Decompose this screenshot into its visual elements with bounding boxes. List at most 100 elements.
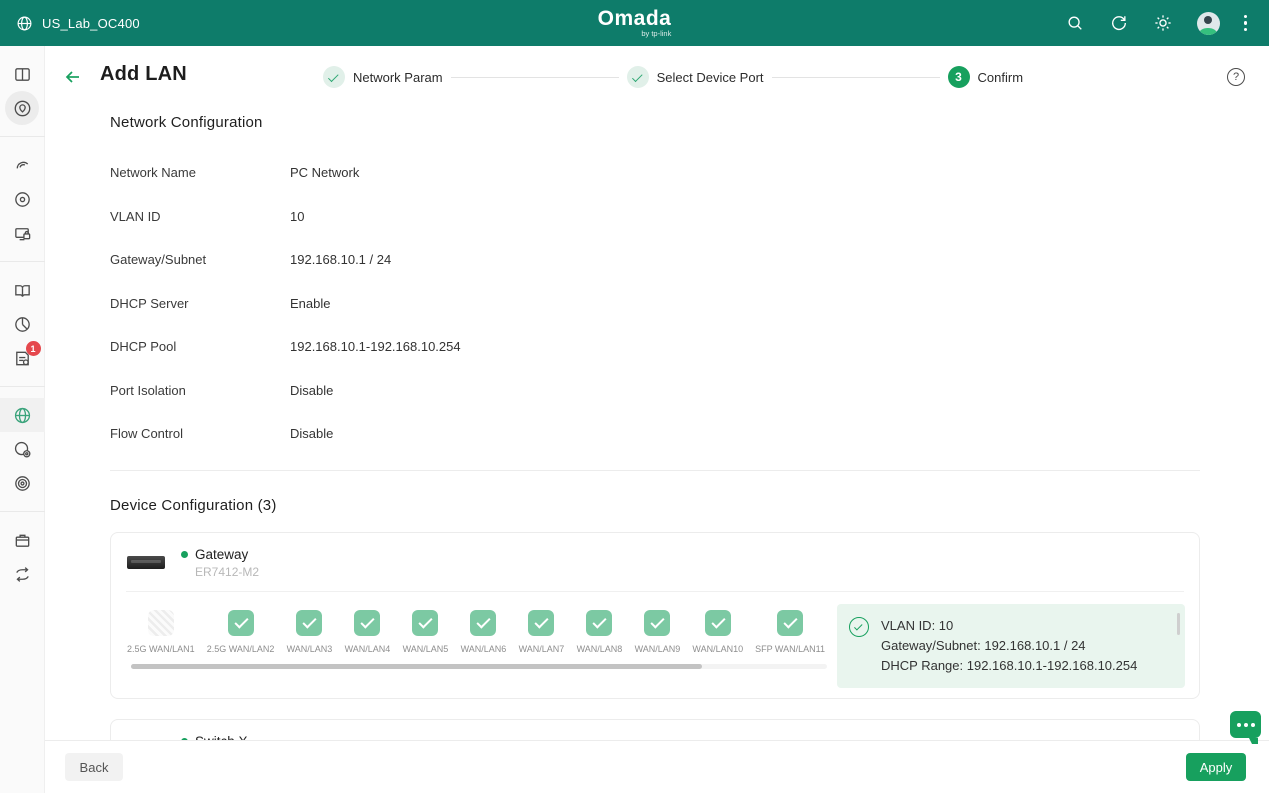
scrollbar-thumb[interactable] — [1177, 612, 1180, 635]
refresh-icon[interactable] — [1109, 13, 1129, 33]
config-label: Network Name — [110, 165, 196, 181]
scrollbar-thumb[interactable] — [131, 663, 702, 669]
sync-arrows-icon[interactable] — [0, 557, 45, 591]
port-checkbox[interactable] — [777, 609, 804, 636]
step-done-icon — [626, 66, 649, 88]
device-configuration-title: Device Configuration (3) — [110, 496, 277, 514]
config-row-vlan-id: VLAN ID 10 — [110, 195, 1269, 239]
port-checkbox[interactable] — [704, 609, 731, 636]
wizard-footer: Back Apply — [45, 740, 1269, 793]
confirm-page-content: Network Configuration Network Name PC Ne… — [45, 114, 1269, 793]
gateway-device-image — [127, 556, 165, 569]
device-card-gateway: Gateway ER7412-M2 2.5G WAN/LAN1 2.5G WAN… — [110, 531, 1200, 699]
section-divider — [110, 469, 1200, 471]
wizard-stepper: Network Param Select Device Port 3 Confi… — [323, 66, 1023, 88]
vlan-summary-box: VLAN ID: 10 Gateway/Subnet: 192.168.10.1… — [837, 603, 1185, 688]
open-book-icon[interactable] — [0, 273, 45, 307]
config-label: Port Isolation — [110, 382, 186, 398]
port-checkbox[interactable] — [296, 609, 323, 636]
port-checkbox[interactable] — [147, 609, 174, 636]
theme-sun-icon[interactable] — [1153, 13, 1173, 33]
config-value: 10 — [290, 208, 305, 224]
search-icon[interactable] — [1065, 13, 1085, 33]
sidebar-divider — [0, 136, 45, 137]
port-label: 2.5G WAN/LAN2 — [206, 643, 275, 654]
page-header: Add LAN Network Param Select Device Port… — [45, 46, 1269, 108]
port-checkbox[interactable] — [644, 609, 671, 636]
config-value: PC Network — [290, 165, 360, 181]
port-cell: WAN/LAN10 — [686, 604, 749, 654]
concentric-circles-icon[interactable] — [0, 466, 45, 500]
back-button[interactable]: Back — [65, 753, 123, 781]
port-label: WAN/LAN4 — [344, 643, 391, 654]
user-avatar[interactable] — [1196, 11, 1220, 35]
site-name: US_Lab_OC400 — [42, 15, 140, 31]
port-checkbox[interactable] — [227, 609, 254, 636]
summary-vlan-id: VLAN ID: 10 — [881, 617, 954, 633]
gear-circle-icon[interactable] — [0, 432, 45, 466]
chat-bubble-icon[interactable] — [1230, 711, 1261, 744]
config-label: DHCP Pool — [110, 339, 177, 355]
target-circle-icon[interactable] — [0, 182, 45, 216]
globe-icon[interactable] — [0, 398, 45, 432]
apply-button[interactable]: Apply — [1186, 753, 1246, 781]
status-dot-connected — [181, 550, 188, 558]
signal-gauge-icon[interactable] — [0, 148, 45, 182]
step-connector — [771, 76, 940, 78]
port-label: SFP WAN/LAN11 — [755, 643, 825, 654]
port-checkbox[interactable] — [528, 609, 555, 636]
back-arrow-icon[interactable] — [63, 67, 83, 87]
config-value: 192.168.10.1-192.168.10.254 — [290, 339, 461, 355]
horizontal-scrollbar — [131, 663, 827, 669]
port-label: WAN/LAN8 — [576, 643, 623, 654]
port-label: WAN/LAN3 — [286, 643, 333, 654]
logo-subtext: by tp-link — [641, 29, 672, 39]
pie-chart-icon[interactable] — [0, 307, 45, 341]
step-number-badge: 3 — [947, 66, 970, 88]
config-value: 192.168.10.1 / 24 — [290, 252, 392, 268]
location-pin-icon[interactable] — [0, 91, 45, 125]
help-icon[interactable]: ? — [1227, 68, 1245, 86]
logo-text: Omada — [597, 7, 672, 31]
config-row-dhcp-pool: DHCP Pool 192.168.10.1-192.168.10.254 — [110, 325, 1269, 369]
notification-badge: 1 — [25, 341, 41, 356]
globe-icon — [14, 13, 34, 33]
panel-layout-icon[interactable] — [0, 57, 45, 91]
port-cell: WAN/LAN6 — [454, 604, 512, 654]
document-alert-icon[interactable]: 1 — [0, 341, 45, 375]
port-cell: 2.5G WAN/LAN2 — [201, 604, 281, 654]
config-label: Gateway/Subnet — [110, 252, 207, 268]
step-label-confirm: Confirm — [977, 69, 1024, 85]
step-connector — [450, 76, 619, 78]
config-value: Disable — [290, 382, 334, 398]
step-label-network-param: Network Param — [353, 69, 443, 85]
port-label: WAN/LAN9 — [634, 643, 681, 654]
port-checkbox[interactable] — [354, 609, 381, 636]
config-row-gateway-subnet: Gateway/Subnet 192.168.10.1 / 24 — [110, 238, 1269, 282]
site-selector[interactable]: US_Lab_OC400 — [0, 13, 300, 33]
port-label: WAN/LAN6 — [460, 643, 507, 654]
port-list: 2.5G WAN/LAN1 2.5G WAN/LAN2 WAN/LAN3 WAN… — [121, 604, 837, 654]
device-model: ER7412-M2 — [195, 564, 260, 579]
config-row-dhcp-server: DHCP Server Enable — [110, 282, 1269, 326]
port-checkbox[interactable] — [586, 609, 613, 636]
kebab-menu-icon[interactable] — [1243, 14, 1247, 32]
sidebar-divider — [0, 261, 45, 262]
device-header: Gateway ER7412-M2 — [111, 533, 1199, 591]
config-row-port-isolation: Port Isolation Disable — [110, 369, 1269, 413]
port-checkbox[interactable] — [470, 609, 497, 636]
sidebar-divider — [0, 386, 45, 387]
omada-logo: Omada by tp-link — [598, 8, 672, 38]
topbar-actions — [1065, 11, 1269, 35]
port-cell: SFP WAN/LAN11 — [749, 604, 831, 654]
port-cell: WAN/LAN5 — [396, 604, 454, 654]
summary-dhcp-range: DHCP Range: 192.168.10.1-192.168.10.254 — [881, 657, 1138, 673]
topbar: US_Lab_OC400 Omada by tp-link — [0, 0, 1269, 46]
port-cell: WAN/LAN7 — [512, 604, 570, 654]
port-cell: WAN/LAN8 — [570, 604, 628, 654]
briefcase-icon[interactable] — [0, 523, 45, 557]
sidebar-divider — [0, 511, 45, 512]
monitor-lock-icon[interactable] — [0, 216, 45, 250]
port-checkbox[interactable] — [412, 609, 439, 636]
device-name: Gateway — [195, 546, 249, 562]
